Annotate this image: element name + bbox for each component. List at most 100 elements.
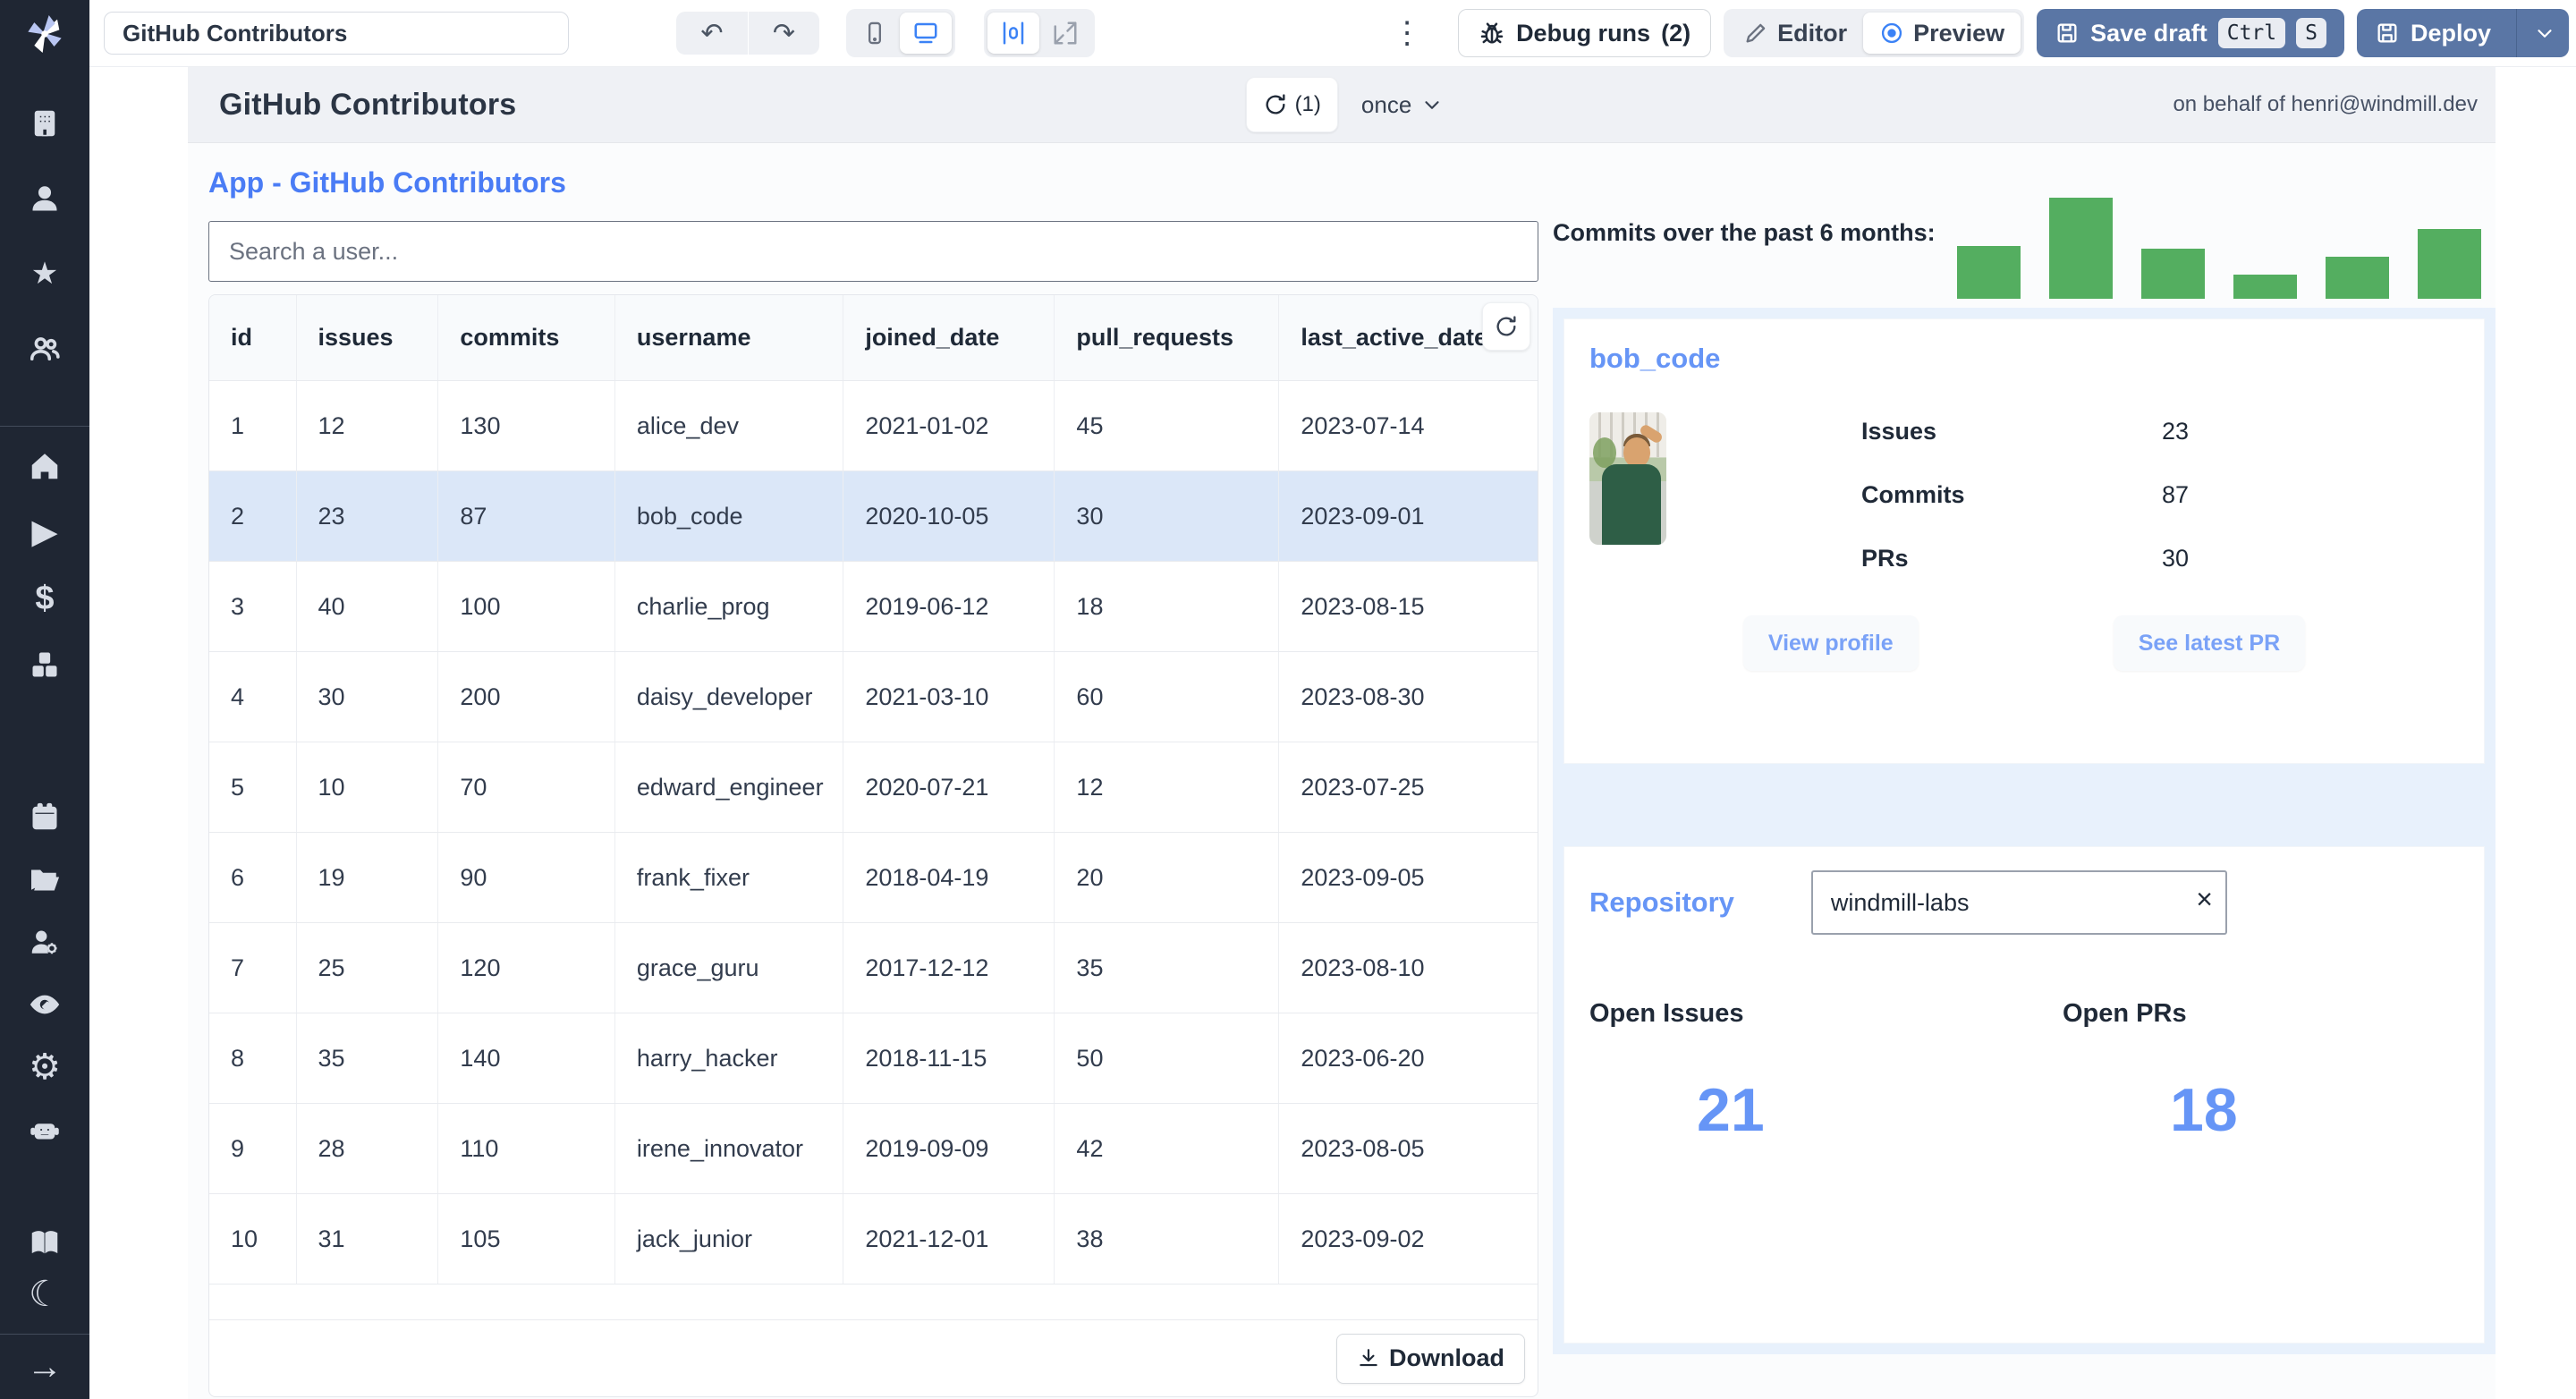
column-header-username[interactable]: username (614, 295, 843, 380)
open-issues-value: 21 (1697, 1076, 1765, 1144)
table-cell: 30 (295, 652, 438, 742)
open-prs-label: Open PRs (2063, 999, 2187, 1028)
desktop-view-button[interactable] (900, 13, 952, 54)
sidebar-item-settings[interactable]: ⚙ (25, 1047, 64, 1087)
mobile-view-button[interactable] (850, 13, 900, 54)
sidebar-item-favorites[interactable]: ★ (25, 254, 64, 293)
table-cell: 2023-08-15 (1278, 562, 1538, 651)
app-refresh-button[interactable]: (1) (1245, 77, 1338, 132)
redo-button[interactable]: ↷ (748, 12, 819, 55)
table-row[interactable]: 9 28 110 irene_innovator 2019-09-09 42 2023-08… (209, 1103, 1538, 1193)
left-column: App - GitHub Contributors id issues comm… (208, 166, 1538, 1397)
sidebar-item-schedules[interactable] (25, 797, 64, 836)
sidebar-item-ai[interactable] (25, 1110, 64, 1149)
stat-issues: Issues 23 (1861, 418, 2189, 445)
folder-open-icon (31, 869, 60, 891)
user-cog-icon (31, 930, 57, 954)
left-sidebar: ★ ▶ $ ⚙ ☾ → (0, 0, 89, 1399)
centered-canvas-icon (1003, 21, 1024, 45)
sidebar-item-audit-logs[interactable] (25, 985, 64, 1024)
table-row[interactable]: 3 40 100 charlie_prog 2019-06-12 18 2023-08-15 (209, 561, 1538, 651)
play-icon: ▶ (31, 513, 58, 551)
commits-bar-chart (1957, 166, 2481, 299)
schedule-value: once (1360, 90, 1412, 118)
column-header-issues[interactable]: issues (295, 295, 438, 380)
table-cell: 20 (1054, 833, 1278, 922)
more-menu-button[interactable]: ⋮ (1376, 15, 1438, 51)
editor-tab[interactable]: Editor (1727, 13, 1863, 54)
app-title-input[interactable] (104, 12, 569, 55)
column-header-id[interactable]: id (209, 295, 296, 380)
see-latest-pr-button[interactable]: See latest PR (2113, 615, 2306, 671)
right-column: Commits over the past 6 months: bob_code… (1553, 166, 2496, 1397)
table-cell: 12 (295, 381, 438, 471)
gear-icon: ⚙ (29, 1047, 61, 1087)
user-stats: Issues 23 Commits 87 PRs 30 (1861, 412, 2189, 572)
schedule-dropdown[interactable]: once (1361, 91, 1444, 119)
table-cell: harry_hacker (614, 1013, 843, 1103)
sidebar-item-docs[interactable] (25, 1223, 64, 1262)
device-toggle-group (846, 9, 955, 57)
column-header-pull-requests[interactable]: pull_requests (1054, 295, 1278, 380)
table-cell: 42 (1054, 1104, 1278, 1193)
save-draft-label: Save draft (2090, 19, 2207, 47)
preview-tab[interactable]: Preview (1863, 13, 2021, 54)
table-cell: 2023-07-25 (1278, 742, 1538, 832)
table-cell: alice_dev (614, 381, 843, 471)
table-cell: 2023-08-10 (1278, 923, 1538, 1013)
download-icon (1360, 1348, 1377, 1366)
app-heading: App - GitHub Contributors (208, 166, 566, 199)
table-row[interactable]: 7 25 120 grace_guru 2017-12-12 35 2023-08-10 (209, 922, 1538, 1013)
table-row[interactable]: 10 31 105 jack_junior 2021-12-01 38 2023-09-02 (209, 1193, 1538, 1284)
repository-input[interactable] (1810, 870, 2227, 935)
clear-input-icon[interactable]: × (2196, 883, 2213, 916)
cards-panel: bob_code Issues 23 Commits 87 PRs 30 Vie… (1553, 308, 2496, 1354)
windmill-logo-icon[interactable] (20, 9, 70, 59)
table-row[interactable]: 5 10 70 edward_engineer 2020-07-21 12 2023-07-… (209, 742, 1538, 832)
refresh-icon (1266, 94, 1285, 114)
user-card-title: bob_code (1589, 343, 1721, 374)
table-cell: 23 (295, 471, 438, 561)
sidebar-item-dark-mode[interactable]: ☾ (25, 1275, 64, 1314)
table-cell: 90 (437, 833, 614, 922)
table-cell: 110 (437, 1104, 614, 1193)
table-row[interactable]: 6 19 90 frank_fixer 2018-04-19 20 2023-09-05 (209, 832, 1538, 922)
table-row[interactable]: 4 30 200 daisy_developer 2021-03-10 60 2023-08… (209, 651, 1538, 742)
debug-runs-button[interactable]: Debug runs (2) (1458, 9, 1712, 57)
on-behalf-of-label: on behalf of henri@windmill.dev (2173, 92, 2478, 116)
sidebar-collapse-button[interactable]: → (25, 1347, 64, 1386)
table-cell: irene_innovator (614, 1104, 843, 1193)
commits-chart-row: Commits over the past 6 months: (1553, 166, 2496, 299)
user-avatar (1589, 412, 1666, 545)
deploy-dropdown-button[interactable] (2528, 21, 2562, 45)
table-cell: 2021-01-02 (843, 381, 1054, 471)
undo-button[interactable]: ↶ (676, 12, 748, 55)
star-icon: ★ (30, 257, 59, 291)
sidebar-item-user[interactable] (25, 179, 64, 218)
deploy-button[interactable]: Deploy (2356, 9, 2569, 57)
sidebar-item-workers[interactable] (25, 922, 64, 962)
fullscreen-layout-button[interactable] (1039, 13, 1091, 54)
view-profile-button[interactable]: View profile (1742, 615, 1919, 671)
table-row[interactable]: 2 23 87 bob_code 2020-10-05 30 2023-09-01 (209, 471, 1538, 561)
sidebar-item-groups[interactable] (25, 329, 64, 369)
sidebar-item-runs[interactable]: ▶ (25, 513, 64, 552)
sidebar-item-workspace[interactable] (25, 104, 64, 143)
save-draft-button[interactable]: Save draft Ctrl S (2037, 9, 2344, 57)
stat-value: 30 (2162, 545, 2190, 572)
deploy-label: Deploy (2410, 19, 2491, 47)
sidebar-item-resources[interactable] (25, 645, 64, 684)
centered-layout-button[interactable] (987, 13, 1039, 54)
sidebar-item-home[interactable] (25, 446, 64, 486)
table-refresh-button[interactable] (1482, 302, 1530, 351)
table-cell: 38 (1054, 1194, 1278, 1284)
column-header-joined-date[interactable]: joined_date (843, 295, 1054, 380)
table-row[interactable]: 1 12 130 alice_dev 2021-01-02 45 2023-07-14 (209, 380, 1538, 471)
sidebar-item-folders[interactable] (25, 860, 64, 899)
column-header-commits[interactable]: commits (437, 295, 614, 380)
sidebar-item-variables[interactable]: $ (25, 579, 64, 618)
search-user-input[interactable] (208, 221, 1538, 282)
download-button[interactable]: Download (1336, 1333, 1525, 1384)
table-row[interactable]: 8 35 140 harry_hacker 2018-11-15 50 2023-06-20 (209, 1013, 1538, 1103)
contributors-table: id issues commits username joined_date p… (208, 294, 1538, 1397)
